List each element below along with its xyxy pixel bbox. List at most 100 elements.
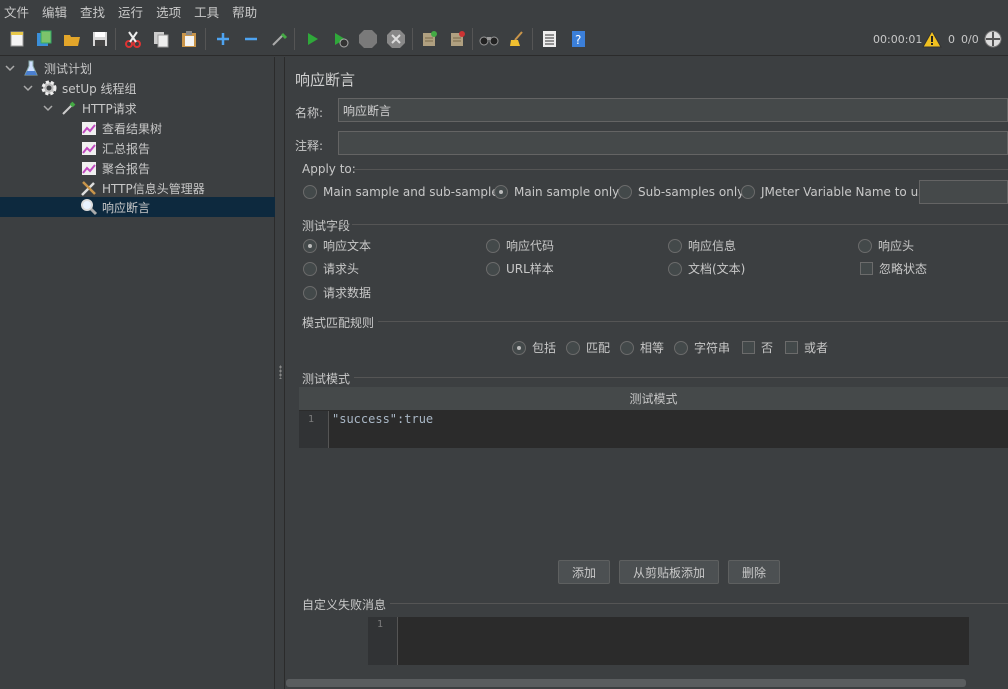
delete-button[interactable]: 删除 [728, 560, 780, 584]
match-matches[interactable]: 匹配 [566, 339, 610, 356]
radio-button[interactable] [858, 238, 872, 253]
new-file-icon[interactable] [6, 28, 28, 50]
radio-button[interactable] [618, 185, 632, 199]
collapse-minus-icon[interactable] [240, 28, 262, 50]
chevron-down-icon[interactable] [4, 62, 16, 74]
toggle-wand-icon[interactable] [268, 28, 290, 50]
patterns-editor[interactable]: 1 "success":true [299, 411, 1008, 448]
clear-all-icon[interactable] [446, 28, 468, 50]
radio-button[interactable] [486, 238, 500, 253]
patterns-column-header[interactable]: 测试模式 [299, 387, 1008, 411]
radio-button[interactable] [620, 340, 634, 355]
match-equals[interactable]: 相等 [620, 339, 664, 356]
radio-button[interactable] [674, 340, 688, 355]
menu-help[interactable]: 帮助 [232, 2, 257, 21]
menu-run[interactable]: 运行 [118, 2, 143, 21]
split-pane-divider[interactable] [276, 57, 285, 689]
tree-node-header-manager[interactable]: HTTP信息头管理器 [80, 178, 205, 198]
radio-button[interactable] [668, 238, 682, 253]
jmeter-variable-input[interactable] [919, 180, 1008, 204]
field-response-text[interactable]: 响应文本 [303, 237, 371, 254]
apply-to-main-only[interactable]: Main sample only [494, 185, 619, 199]
name-field[interactable]: 响应断言 [338, 98, 1008, 122]
not-checkbox[interactable]: 否 [742, 339, 773, 356]
line-number: 1 [377, 619, 384, 630]
failure-message-editor[interactable]: 1 [368, 617, 969, 665]
tree-node-http-request[interactable]: HTTP请求 [42, 98, 137, 118]
tree-node-label: HTTP信息头管理器 [102, 181, 205, 196]
or-checkbox[interactable]: 或者 [785, 339, 828, 356]
menu-edit[interactable]: 编辑 [42, 2, 67, 21]
patterns-title: 测试模式 [302, 372, 351, 386]
test-plan-tree: 测试计划 setUp 线程组 HTTP请求 查看结果树 汇总报告 聚合报告 HT… [0, 57, 275, 689]
field-request-data[interactable]: 请求数据 [303, 284, 371, 301]
radio-button[interactable] [303, 185, 317, 199]
tree-node-summary-report[interactable]: 汇总报告 [80, 138, 150, 158]
field-response-code[interactable]: 响应代码 [486, 237, 554, 254]
start-no-pause-icon[interactable] [329, 28, 351, 50]
apply-to-main-and-sub[interactable]: Main sample and sub-samples [303, 185, 505, 199]
menu-file[interactable]: 文件 [4, 2, 29, 21]
add-from-clipboard-button[interactable]: 从剪贴板添加 [619, 560, 719, 584]
tree-node-aggregate-report[interactable]: 聚合报告 [80, 158, 150, 178]
chart-icon [80, 159, 98, 177]
option-label: 请求数据 [323, 286, 372, 300]
match-contains[interactable]: 包括 [512, 339, 556, 356]
radio-button-selected[interactable] [512, 340, 526, 355]
tree-node-setup-thread-group[interactable]: setUp 线程组 [22, 78, 137, 98]
checkbox[interactable] [742, 341, 755, 354]
chevron-down-icon[interactable] [42, 102, 54, 114]
pattern-row[interactable]: "success":true [332, 412, 433, 426]
add-button[interactable]: 添加 [558, 560, 610, 584]
field-request-headers[interactable]: 请求头 [303, 260, 359, 277]
apply-to-sub-only[interactable]: Sub-samples only [618, 185, 744, 199]
menu-options[interactable]: 选项 [156, 2, 181, 21]
menu-bar: 文件 编辑 查找 运行 选项 工具 帮助 [0, 0, 1008, 22]
shutdown-icon[interactable] [385, 28, 407, 50]
templates-icon[interactable] [33, 28, 55, 50]
tree-node-view-results-tree[interactable]: 查看结果树 [80, 118, 162, 138]
copy-icon[interactable] [150, 28, 172, 50]
checkbox[interactable] [785, 341, 798, 354]
comment-label: 注释: [295, 139, 324, 153]
apply-to-jmeter-variable[interactable]: JMeter Variable Name to use [741, 185, 932, 199]
paste-icon[interactable] [178, 28, 200, 50]
radio-button-selected[interactable] [303, 238, 317, 253]
radio-button[interactable] [486, 261, 500, 276]
save-icon[interactable] [89, 28, 111, 50]
radio-button[interactable] [303, 261, 317, 276]
field-response-headers[interactable]: 响应头 [858, 237, 914, 254]
binoculars-icon[interactable] [478, 28, 500, 50]
field-response-message[interactable]: 响应信息 [668, 237, 736, 254]
radio-button-selected[interactable] [494, 185, 508, 199]
horizontal-scrollbar[interactable] [286, 679, 966, 687]
ignore-status-checkbox[interactable]: 忽略状态 [860, 260, 927, 277]
radio-button[interactable] [741, 185, 755, 199]
tree-node-response-assertion[interactable]: 响应断言 [0, 197, 275, 217]
warning-icon[interactable] [921, 28, 943, 50]
field-url-sampled[interactable]: URL样本 [486, 260, 554, 277]
radio-button[interactable] [668, 261, 682, 276]
warning-count: 0 [948, 33, 955, 46]
cut-icon[interactable] [122, 28, 144, 50]
radio-button[interactable] [566, 340, 580, 355]
stop-icon[interactable] [357, 28, 379, 50]
checkbox[interactable] [860, 262, 873, 275]
menu-search[interactable]: 查找 [80, 2, 105, 21]
match-substring[interactable]: 字符串 [674, 339, 730, 356]
radio-button[interactable] [303, 285, 317, 300]
reset-search-broom-icon[interactable] [506, 28, 528, 50]
field-document-text[interactable]: 文档(文本) [668, 260, 745, 277]
expand-plus-icon[interactable] [212, 28, 234, 50]
comment-field[interactable] [338, 131, 1008, 155]
function-helper-icon[interactable] [538, 28, 560, 50]
open-folder-icon[interactable] [61, 28, 83, 50]
help-icon[interactable]: ? [567, 28, 589, 50]
menu-tools[interactable]: 工具 [194, 2, 219, 21]
tree-node-test-plan[interactable]: 测试计划 [4, 58, 92, 78]
start-icon[interactable] [301, 28, 323, 50]
drag-grip-icon[interactable] [279, 365, 282, 379]
chevron-down-icon[interactable] [22, 82, 34, 94]
clear-broom-icon[interactable] [418, 28, 440, 50]
remote-engines-icon[interactable] [982, 28, 1004, 50]
